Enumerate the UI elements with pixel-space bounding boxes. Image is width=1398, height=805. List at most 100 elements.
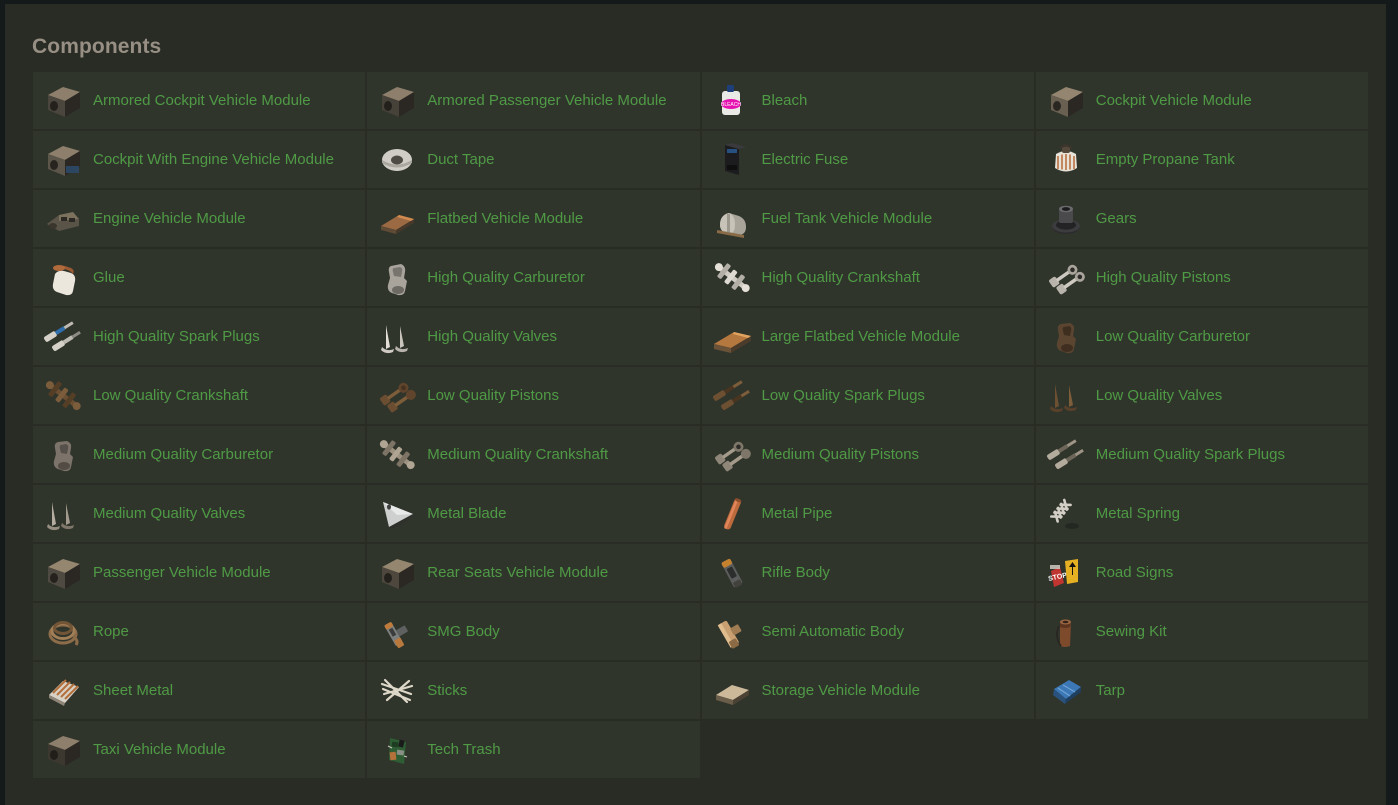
component-cell[interactable]: Armored Cockpit Vehicle Module	[33, 72, 366, 129]
component-link[interactable]: Road Signs	[1096, 564, 1174, 582]
component-link[interactable]: High Quality Crankshaft	[762, 269, 920, 287]
component-cell[interactable]: Electric Fuse	[701, 131, 1034, 188]
component-cell[interactable]: Sticks	[367, 662, 700, 719]
component-cell[interactable]: Medium Quality Crankshaft	[367, 426, 700, 483]
component-cell[interactable]: High Quality Crankshaft	[701, 249, 1034, 306]
component-link[interactable]: Low Quality Carburetor	[1096, 328, 1250, 346]
component-link[interactable]: Armored Cockpit Vehicle Module	[93, 92, 311, 110]
component-cell[interactable]: Cockpit Vehicle Module	[1035, 72, 1368, 129]
component-cell[interactable]: Taxi Vehicle Module	[33, 721, 366, 778]
component-cell[interactable]: High Quality Valves	[367, 308, 700, 365]
component-cell[interactable]: High Quality Spark Plugs	[33, 308, 366, 365]
component-link[interactable]: Electric Fuse	[762, 151, 849, 169]
high-quality-spark-plugs-icon	[39, 313, 87, 361]
component-cell[interactable]: Large Flatbed Vehicle Module	[701, 308, 1034, 365]
component-cell[interactable]: Glue	[33, 249, 366, 306]
component-link[interactable]: Medium Quality Spark Plugs	[1096, 446, 1285, 464]
component-cell[interactable]: BLEACH Bleach	[701, 72, 1034, 129]
component-cell[interactable]: Empty Propane Tank	[1035, 131, 1368, 188]
component-link[interactable]: Metal Blade	[427, 505, 506, 523]
component-link[interactable]: Cockpit Vehicle Module	[1096, 92, 1252, 110]
component-link[interactable]: High Quality Valves	[427, 328, 557, 346]
component-cell[interactable]: Medium Quality Carburetor	[33, 426, 366, 483]
armored-cockpit-vehicle-module-icon	[39, 77, 87, 125]
high-quality-crankshaft-icon	[708, 254, 756, 302]
component-link[interactable]: Empty Propane Tank	[1096, 151, 1235, 169]
component-link[interactable]: High Quality Spark Plugs	[93, 328, 260, 346]
component-link[interactable]: Metal Pipe	[762, 505, 833, 523]
component-cell[interactable]: Flatbed Vehicle Module	[367, 190, 700, 247]
component-link[interactable]: Medium Quality Carburetor	[93, 446, 273, 464]
medium-quality-valves-icon	[39, 490, 87, 538]
component-cell[interactable]: Armored Passenger Vehicle Module	[367, 72, 700, 129]
component-cell[interactable]: Low Quality Pistons	[367, 367, 700, 424]
component-cell[interactable]: Medium Quality Spark Plugs	[1035, 426, 1368, 483]
component-cell[interactable]: Sheet Metal	[33, 662, 366, 719]
component-cell[interactable]: Sewing Kit	[1035, 603, 1368, 660]
component-link[interactable]: Armored Passenger Vehicle Module	[427, 92, 666, 110]
passenger-vehicle-module-icon	[39, 549, 87, 597]
component-link[interactable]: Glue	[93, 269, 125, 287]
component-link[interactable]: Metal Spring	[1096, 505, 1180, 523]
component-cell[interactable]: Rifle Body	[701, 544, 1034, 601]
component-link[interactable]: SMG Body	[427, 623, 500, 641]
component-cell[interactable]: Duct Tape	[367, 131, 700, 188]
component-link[interactable]: Passenger Vehicle Module	[93, 564, 271, 582]
component-cell[interactable]: Medium Quality Valves	[33, 485, 366, 542]
component-link[interactable]: Sewing Kit	[1096, 623, 1167, 641]
component-link[interactable]: High Quality Pistons	[1096, 269, 1231, 287]
component-cell[interactable]: SMG Body	[367, 603, 700, 660]
component-link[interactable]: Rifle Body	[762, 564, 830, 582]
component-cell[interactable]: Low Quality Spark Plugs	[701, 367, 1034, 424]
component-link[interactable]: Rear Seats Vehicle Module	[427, 564, 608, 582]
component-link[interactable]: Low Quality Pistons	[427, 387, 559, 405]
component-cell[interactable]: Metal Pipe	[701, 485, 1034, 542]
engine-vehicle-module-icon	[39, 195, 87, 243]
component-link[interactable]: High Quality Carburetor	[427, 269, 585, 287]
component-link[interactable]: Taxi Vehicle Module	[93, 741, 226, 759]
semi-automatic-body-icon	[708, 608, 756, 656]
component-link[interactable]: Duct Tape	[427, 151, 494, 169]
component-cell[interactable]: Rope	[33, 603, 366, 660]
component-cell[interactable]: Metal Blade	[367, 485, 700, 542]
component-link[interactable]: Medium Quality Crankshaft	[427, 446, 608, 464]
component-cell[interactable]: STOP Road Signs	[1035, 544, 1368, 601]
component-cell[interactable]: Storage Vehicle Module	[701, 662, 1034, 719]
component-link[interactable]: Sticks	[427, 682, 467, 700]
component-cell[interactable]: Medium Quality Pistons	[701, 426, 1034, 483]
component-link[interactable]: Bleach	[762, 92, 808, 110]
component-link[interactable]: Flatbed Vehicle Module	[427, 210, 583, 228]
component-link[interactable]: Engine Vehicle Module	[93, 210, 246, 228]
component-link[interactable]: Large Flatbed Vehicle Module	[762, 328, 960, 346]
component-link[interactable]: Medium Quality Valves	[93, 505, 245, 523]
component-cell[interactable]: Gears	[1035, 190, 1368, 247]
component-cell[interactable]: Tarp	[1035, 662, 1368, 719]
component-link[interactable]: Storage Vehicle Module	[762, 682, 920, 700]
component-cell[interactable]: Fuel Tank Vehicle Module	[701, 190, 1034, 247]
component-cell[interactable]: Metal Spring	[1035, 485, 1368, 542]
component-link[interactable]: Low Quality Spark Plugs	[762, 387, 925, 405]
component-link[interactable]: Rope	[93, 623, 129, 641]
component-cell[interactable]: Low Quality Crankshaft	[33, 367, 366, 424]
component-cell[interactable]: Passenger Vehicle Module	[33, 544, 366, 601]
component-cell[interactable]: High Quality Carburetor	[367, 249, 700, 306]
component-cell[interactable]: Engine Vehicle Module	[33, 190, 366, 247]
component-cell[interactable]: Rear Seats Vehicle Module	[367, 544, 700, 601]
component-link[interactable]: Semi Automatic Body	[762, 623, 905, 641]
component-link[interactable]: Medium Quality Pistons	[762, 446, 920, 464]
component-cell[interactable]: Cockpit With Engine Vehicle Module	[33, 131, 366, 188]
component-cell[interactable]: Tech Trash	[367, 721, 700, 778]
component-link[interactable]: Sheet Metal	[93, 682, 173, 700]
component-link[interactable]: Tech Trash	[427, 741, 500, 759]
cockpit-with-engine-vehicle-module-icon	[39, 136, 87, 184]
component-link[interactable]: Low Quality Valves	[1096, 387, 1222, 405]
component-link[interactable]: Tarp	[1096, 682, 1125, 700]
component-cell[interactable]: Low Quality Carburetor	[1035, 308, 1368, 365]
component-link[interactable]: Gears	[1096, 210, 1137, 228]
component-link[interactable]: Low Quality Crankshaft	[93, 387, 248, 405]
component-link[interactable]: Cockpit With Engine Vehicle Module	[93, 151, 334, 169]
component-cell[interactable]: High Quality Pistons	[1035, 249, 1368, 306]
component-cell[interactable]: Low Quality Valves	[1035, 367, 1368, 424]
component-link[interactable]: Fuel Tank Vehicle Module	[762, 210, 933, 228]
component-cell[interactable]: Semi Automatic Body	[701, 603, 1034, 660]
